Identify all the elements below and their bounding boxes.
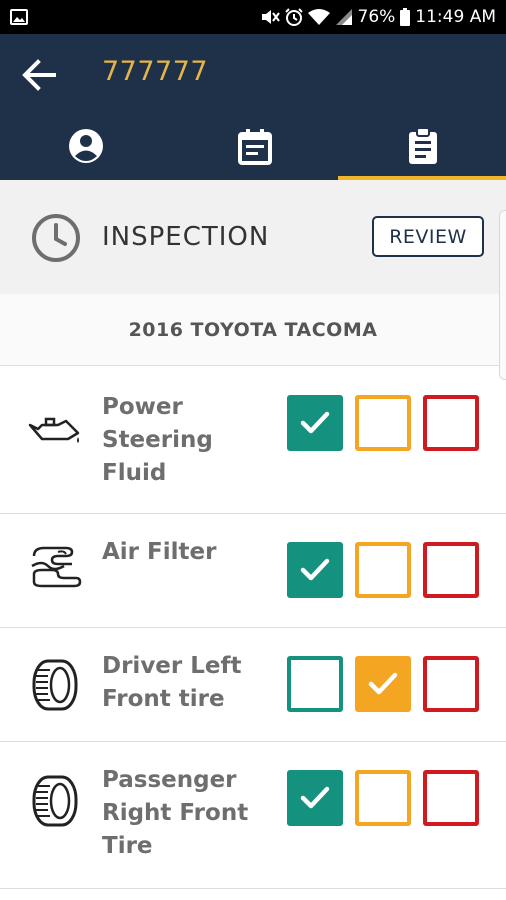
oil-can-icon — [28, 417, 80, 443]
wifi-icon — [307, 9, 330, 25]
battery-percent: 76% — [357, 7, 396, 27]
item-label: Power Steering Fluid — [102, 394, 213, 486]
alarm-icon — [284, 8, 303, 26]
tire-icon — [32, 659, 78, 711]
fail-checkbox[interactable] — [423, 656, 479, 712]
pass-checkbox[interactable] — [287, 542, 343, 598]
page-title: 777777 — [102, 56, 209, 87]
warning-checkbox[interactable] — [355, 656, 411, 712]
item-label: Passenger Right Front Tire — [102, 767, 249, 859]
check-icon — [368, 672, 398, 695]
pass-checkbox[interactable] — [287, 395, 343, 451]
item-label: Driver Left Front tire — [102, 653, 242, 712]
list-item: Air Filter — [0, 514, 506, 628]
list-item: Driver Left Front tire — [0, 628, 506, 742]
item-label: Air Filter — [102, 539, 217, 565]
warning-checkbox[interactable] — [355, 770, 411, 826]
inspection-list: Power Steering Fluid Air Filter Driver L… — [0, 367, 506, 889]
person-icon — [69, 129, 103, 163]
back-arrow-icon[interactable] — [20, 56, 58, 94]
pass-checkbox[interactable] — [287, 656, 343, 712]
mute-icon — [261, 10, 280, 24]
app-bar: 777777 — [0, 34, 506, 180]
list-item: Passenger Right Front Tire — [0, 742, 506, 889]
status-time: 11:49 AM — [415, 7, 496, 27]
air-filter-icon — [31, 546, 82, 588]
inspection-label: INSPECTION — [102, 222, 270, 252]
check-icon — [300, 558, 330, 581]
check-icon — [300, 411, 330, 434]
clipboard-icon — [409, 127, 437, 164]
tab-calendar[interactable] — [235, 126, 275, 166]
tire-icon — [32, 775, 78, 827]
calendar-icon — [238, 129, 272, 165]
review-button[interactable]: REVIEW — [372, 216, 484, 257]
gallery-icon — [10, 9, 28, 25]
tab-profile[interactable] — [66, 126, 106, 166]
status-bar: 76% 11:49 AM — [0, 0, 506, 34]
vehicle-row: 2016 TOYOTA TACOMA — [0, 294, 506, 366]
warning-checkbox[interactable] — [355, 542, 411, 598]
fail-checkbox[interactable] — [423, 395, 479, 451]
signal-icon — [335, 9, 352, 25]
clock-icon — [32, 214, 80, 262]
battery-icon — [400, 8, 411, 26]
warning-checkbox[interactable] — [355, 395, 411, 451]
check-icon — [300, 786, 330, 809]
tab-inspection[interactable] — [403, 126, 443, 166]
fail-checkbox[interactable] — [423, 770, 479, 826]
vehicle-name: 2016 TOYOTA TACOMA — [128, 318, 378, 341]
fail-checkbox[interactable] — [423, 542, 479, 598]
list-item: Power Steering Fluid — [0, 367, 506, 514]
pass-checkbox[interactable] — [287, 770, 343, 826]
inspection-header: INSPECTION REVIEW — [0, 180, 506, 294]
scroll-handle[interactable] — [499, 210, 506, 380]
